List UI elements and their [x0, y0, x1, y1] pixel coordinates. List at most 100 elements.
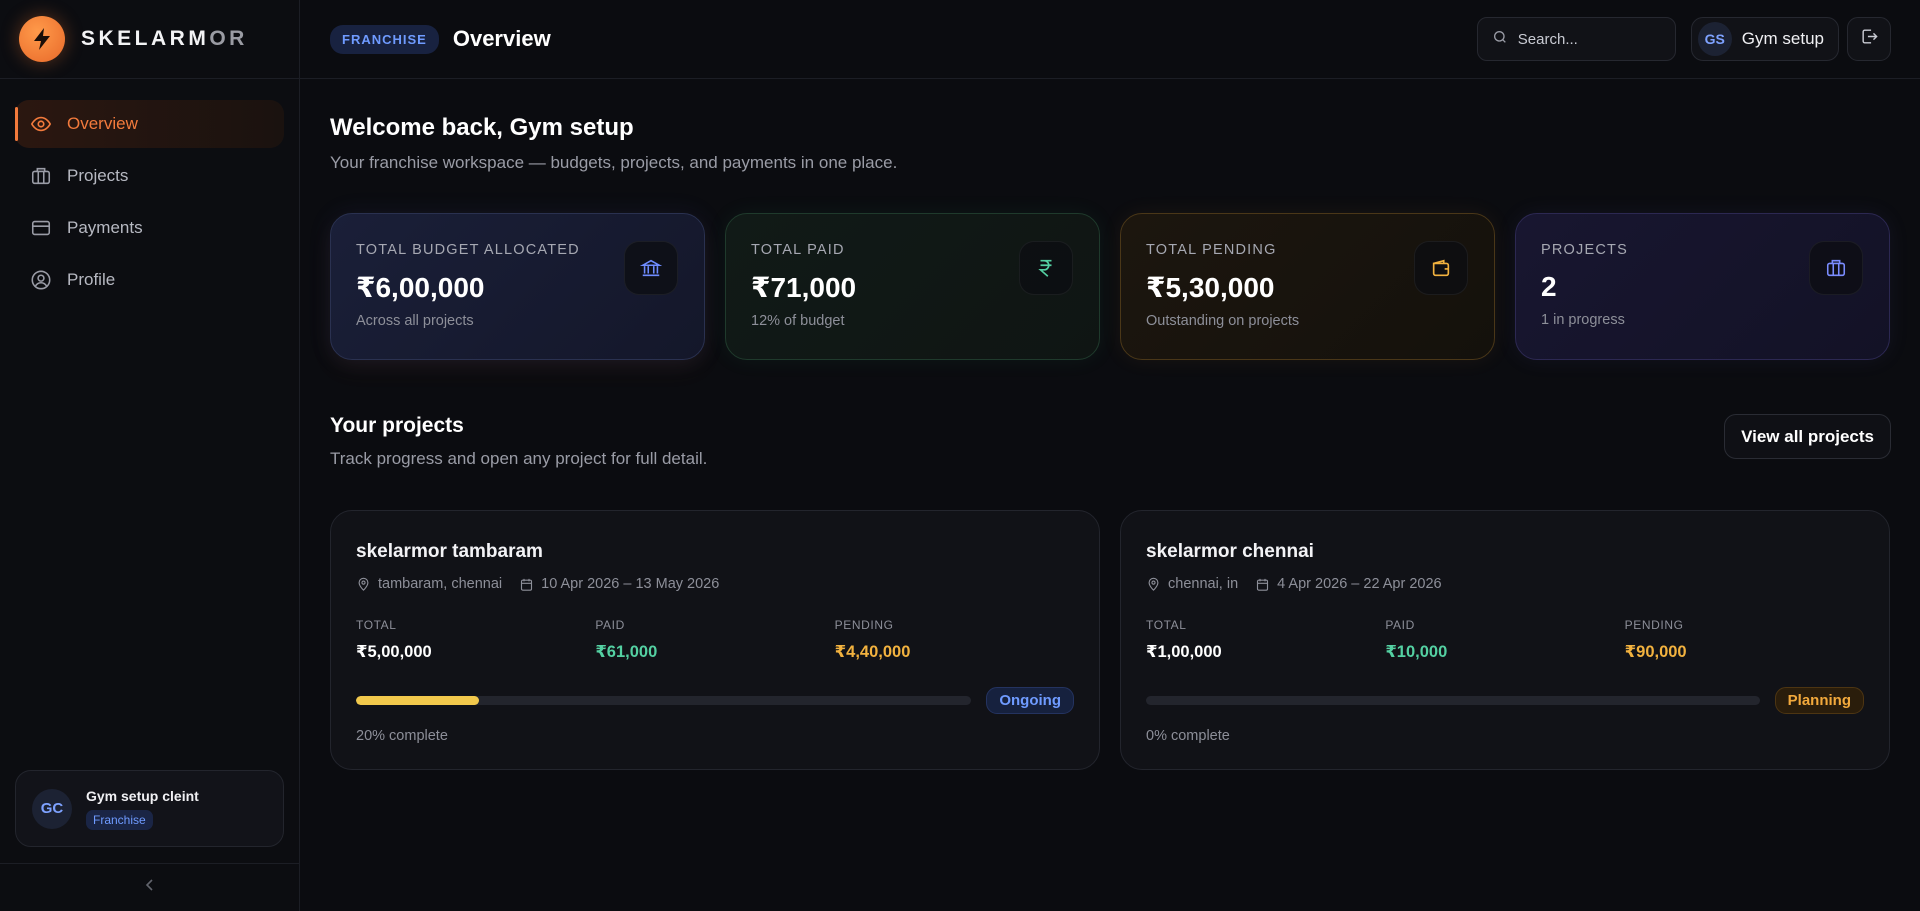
sidebar-nav: Overview Projects Payments Profile	[0, 79, 299, 304]
project-total: TOTAL ₹5,00,000	[356, 618, 595, 662]
welcome-title: Welcome back, Gym setup	[330, 114, 634, 141]
figure-value: ₹1,00,000	[1146, 643, 1222, 661]
briefcase-icon	[1809, 241, 1863, 295]
project-total: TOTAL ₹1,00,000	[1146, 618, 1385, 662]
figure-label: PAID	[1385, 618, 1415, 632]
app-root: SKELARMOR Overview Projects Payments Pro…	[0, 0, 1920, 911]
user-meta: Gym setup cleint Franchise	[86, 788, 199, 830]
figure-value: ₹90,000	[1624, 643, 1687, 661]
figure-value: ₹10,000	[1385, 643, 1448, 661]
map-pin-icon	[1148, 577, 1159, 591]
map-pin-icon	[358, 577, 369, 591]
sidebar-item-payments[interactable]: Payments	[15, 204, 284, 252]
project-pending: PENDING ₹90,000	[1625, 618, 1864, 662]
figure-label: TOTAL	[1146, 618, 1187, 632]
rupee-icon	[1019, 241, 1073, 295]
project-paid: PAID ₹61,000	[595, 618, 834, 662]
stat-card-paid: TOTAL PAID ₹71,000 12% of budget	[725, 213, 1100, 360]
view-all-projects-button[interactable]: View all projects	[1724, 414, 1891, 459]
brand-name: SKELARMOR	[81, 27, 248, 51]
brand[interactable]: SKELARMOR	[0, 0, 299, 79]
project-dates: 10 Apr 2026 – 13 May 2026	[519, 576, 719, 592]
sidebar-user-card[interactable]: GC Gym setup cleint Franchise	[15, 770, 284, 847]
project-location: chennai, in	[1146, 576, 1238, 592]
project-card[interactable]: skelarmor chennai chennai, in 4 Apr 2026…	[1120, 510, 1890, 770]
credit-card-icon	[30, 217, 52, 239]
topbar: FRANCHISE Overview GS Gym setup	[300, 0, 1920, 79]
logout-button[interactable]	[1847, 17, 1891, 61]
project-location-text: chennai, in	[1168, 576, 1239, 592]
progress-bar	[356, 696, 972, 705]
stat-sub: Outstanding on projects	[1146, 313, 1300, 329]
stat-card-pending: TOTAL PENDING ₹5,30,000 Outstanding on p…	[1120, 213, 1495, 360]
project-card[interactable]: skelarmor tambaram tambaram, chennai 10 …	[330, 510, 1100, 770]
sidebar: SKELARMOR Overview Projects Payments Pro…	[0, 0, 300, 911]
welcome-section: Welcome back, Gym setup Your franchise w…	[330, 114, 1891, 173]
figure-label: PENDING	[834, 618, 894, 632]
content: Welcome back, Gym setup Your franchise w…	[300, 114, 1920, 770]
sidebar-item-label: Projects	[67, 166, 129, 185]
calendar-icon	[521, 578, 533, 591]
sidebar-item-label: Profile	[67, 270, 116, 289]
user-name: Gym setup cleint	[86, 787, 199, 804]
project-name: skelarmor chennai	[1146, 541, 1314, 562]
user-menu-button[interactable]: GS Gym setup	[1690, 17, 1839, 61]
sidebar-item-label: Payments	[67, 218, 143, 237]
status-badge: Planning	[1774, 687, 1864, 714]
user-circle-icon	[30, 269, 52, 291]
project-dates-text: 10 Apr 2026 – 13 May 2026	[541, 576, 720, 592]
project-pending: PENDING ₹4,40,000	[835, 618, 1074, 662]
projects-header: Your projects Track progress and open an…	[330, 414, 1891, 469]
user-name: Gym setup	[1741, 29, 1824, 48]
figure-value: ₹61,000	[595, 643, 658, 661]
search-icon	[1492, 29, 1508, 50]
project-figures: TOTAL ₹5,00,000 PAID ₹61,000 PENDING ₹4,…	[356, 618, 1074, 662]
stat-sub: 12% of budget	[751, 313, 845, 329]
figure-label: PAID	[595, 618, 625, 632]
search-input[interactable]	[1517, 30, 1658, 48]
brand-name-dim: OR	[209, 27, 248, 50]
collapse-sidebar-button[interactable]	[0, 863, 299, 911]
sidebar-item-projects[interactable]: Projects	[15, 152, 284, 200]
project-meta: tambaram, chennai 10 Apr 2026 – 13 May 2…	[356, 576, 1074, 592]
sidebar-item-profile[interactable]: Profile	[15, 256, 284, 304]
progress-row: Ongoing	[356, 687, 1074, 714]
projects-title: Your projects	[330, 414, 464, 437]
stat-card-budget: TOTAL BUDGET ALLOCATED ₹6,00,000 Across …	[330, 213, 705, 360]
chevron-left-icon	[144, 878, 156, 897]
main-area: FRANCHISE Overview GS Gym setup Welc	[300, 0, 1920, 911]
figure-value: ₹4,40,000	[834, 643, 911, 661]
progress-bar	[1146, 696, 1760, 705]
search-box[interactable]	[1476, 17, 1676, 61]
role-badge: Franchise	[86, 809, 153, 830]
sidebar-item-overview[interactable]: Overview	[15, 100, 284, 148]
figure-label: PENDING	[1624, 618, 1684, 632]
figure-label: TOTAL	[356, 618, 397, 632]
calendar-icon	[1257, 578, 1269, 591]
page-title: Overview	[452, 26, 551, 51]
progress-row: Planning	[1146, 687, 1864, 714]
project-location-text: tambaram, chennai	[378, 576, 503, 592]
project-cards: skelarmor tambaram tambaram, chennai 10 …	[330, 510, 1891, 770]
stat-card-projects: PROJECTS 2 1 in progress	[1515, 213, 1890, 360]
sidebar-item-label: Overview	[67, 114, 138, 133]
wallet-icon	[1414, 241, 1468, 295]
project-meta: chennai, in 4 Apr 2026 – 22 Apr 2026	[1146, 576, 1864, 592]
project-dates: 4 Apr 2026 – 22 Apr 2026	[1255, 576, 1442, 592]
projects-subtitle: Track progress and open any project for …	[330, 449, 708, 468]
briefcase-icon	[30, 165, 52, 187]
stat-sub: Across all projects	[356, 313, 474, 329]
project-paid: PAID ₹10,000	[1385, 618, 1624, 662]
figure-value: ₹5,00,000	[356, 643, 432, 661]
project-location: tambaram, chennai	[356, 576, 502, 592]
status-badge: Ongoing	[986, 687, 1074, 714]
logout-icon	[1860, 27, 1879, 51]
project-dates-text: 4 Apr 2026 – 22 Apr 2026	[1277, 576, 1442, 592]
brand-name-main: SKELARM	[81, 27, 210, 50]
eye-icon	[30, 113, 52, 135]
franchise-badge: FRANCHISE	[330, 24, 439, 54]
project-name: skelarmor tambaram	[356, 541, 543, 562]
bank-icon	[624, 241, 678, 295]
progress-text: 0% complete	[1146, 728, 1230, 744]
progress-fill	[356, 696, 480, 705]
